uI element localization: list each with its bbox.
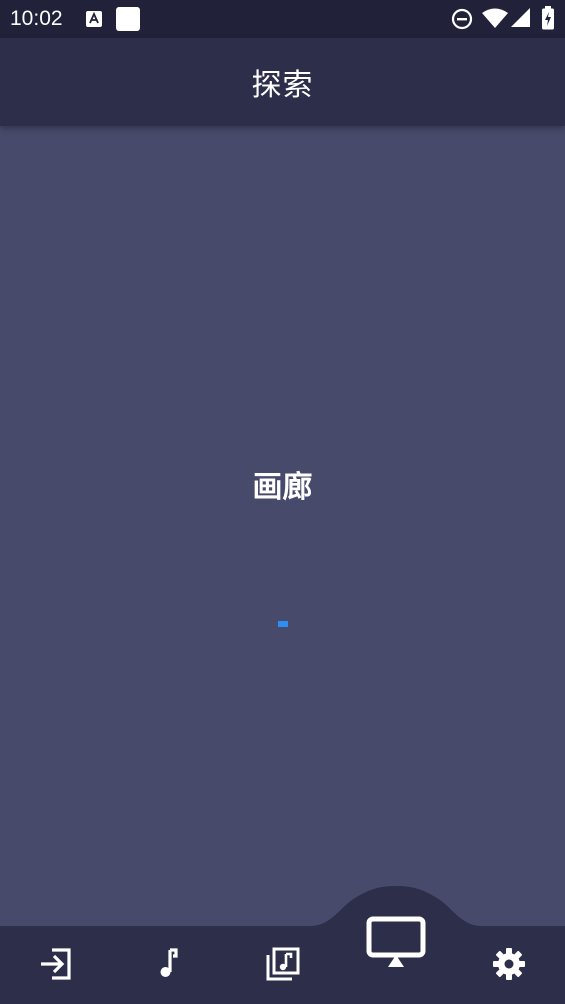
status-bar: 10:02 (0, 0, 565, 38)
wifi-icon (482, 8, 508, 28)
nav-item-music[interactable] (142, 938, 198, 990)
login-icon (41, 948, 71, 980)
page-title: 探索 (251, 68, 314, 103)
gear-icon (493, 948, 525, 980)
app-bar: 探索 (0, 38, 565, 126)
cellular-icon (511, 8, 530, 27)
battery-charging-icon (542, 6, 554, 30)
desktop-monitor-icon (366, 916, 426, 967)
white-square-icon (116, 7, 140, 31)
dnd-icon (451, 8, 473, 30)
bottom-navigation (0, 886, 565, 1004)
music-library-icon (266, 947, 300, 981)
accessibility-font-icon (86, 11, 102, 27)
music-note-icon (160, 948, 178, 977)
nav-item-settings[interactable] (481, 938, 537, 990)
progress-indicator (278, 621, 288, 627)
gallery-title: 画廊 (252, 470, 313, 505)
nav-item-desktop[interactable] (360, 912, 432, 974)
nav-item-library[interactable] (255, 938, 311, 990)
status-time: 10:02 (10, 7, 63, 30)
nav-item-login[interactable] (28, 938, 84, 990)
